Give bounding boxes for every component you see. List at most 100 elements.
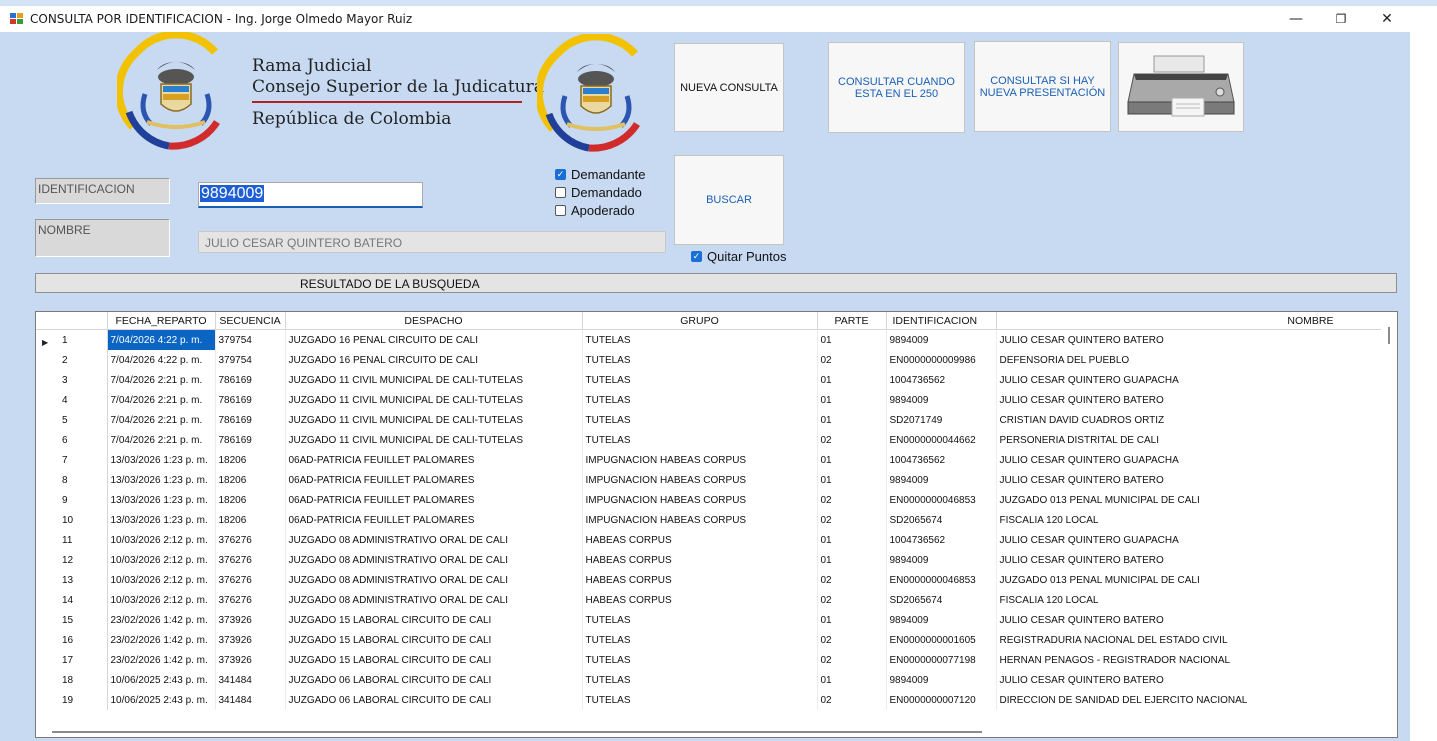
cell-ident[interactable]: 1004736562 <box>886 450 997 470</box>
cell-nombre[interactable]: FISCALIA 120 LOCAL <box>996 510 1383 530</box>
cell-ident[interactable]: 9894009 <box>886 550 997 570</box>
table-row[interactable]: 9 13/03/2026 1:23 p. m. 18206 06AD-PATRICIA… <box>36 490 1383 510</box>
horizontal-scrollbar[interactable] <box>52 731 982 733</box>
cell-fecha[interactable]: 13/03/2026 1:23 p. m. <box>107 450 216 470</box>
cell-fecha[interactable]: 23/02/2026 1:42 p. m. <box>107 630 216 650</box>
cell-grupo[interactable]: TUTELAS <box>582 650 818 670</box>
cell-nombre[interactable]: JUZGADO 013 PENAL MUNICIPAL DE CALI <box>996 490 1383 510</box>
cell-grupo[interactable]: HABEAS CORPUS <box>582 590 818 610</box>
cell-ident[interactable]: SD2065674 <box>886 590 997 610</box>
cell-parte[interactable]: 01 <box>817 610 887 630</box>
cell-parte[interactable]: 01 <box>817 450 887 470</box>
row-number[interactable]: 8 <box>36 470 108 490</box>
cell-parte[interactable]: 01 <box>817 670 887 690</box>
cell-sec[interactable]: 341484 <box>215 670 286 690</box>
table-row[interactable]: 7 13/03/2026 1:23 p. m. 18206 06AD-PATRICIA… <box>36 450 1383 470</box>
column-header-grupo[interactable]: GRUPO <box>582 312 818 330</box>
column-header-despacho[interactable]: DESPACHO <box>285 312 583 330</box>
cell-nombre[interactable]: JULIO CESAR QUINTERO BATERO <box>996 550 1383 570</box>
cell-parte[interactable]: 01 <box>817 390 887 410</box>
column-header-fecha[interactable]: FECHA_REPARTO <box>107 312 216 330</box>
cell-fecha[interactable]: 7/04/2026 2:21 p. m. <box>107 390 216 410</box>
row-number[interactable]: 3 <box>36 370 108 390</box>
table-row[interactable]: 16 23/02/2026 1:42 p. m. 373926 JUZGADO 15 … <box>36 630 1383 650</box>
cell-fecha[interactable]: 23/02/2026 1:42 p. m. <box>107 650 216 670</box>
cell-nombre[interactable]: JULIO CESAR QUINTERO GUAPACHA <box>996 370 1383 390</box>
cell-despacho[interactable]: 06AD-PATRICIA FEUILLET PALOMARES <box>285 490 583 510</box>
cell-despacho[interactable]: JUZGADO 15 LABORAL CIRCUITO DE CALI <box>285 630 583 650</box>
cell-nombre[interactable]: JULIO CESAR QUINTERO BATERO <box>996 390 1383 410</box>
cell-nombre[interactable]: FISCALIA 120 LOCAL <box>996 590 1383 610</box>
cell-fecha[interactable]: 7/04/2026 2:21 p. m. <box>107 430 216 450</box>
cell-despacho[interactable]: JUZGADO 11 CIVIL MUNICIPAL DE CALI-TUTEL… <box>285 370 583 390</box>
cell-nombre[interactable]: JULIO CESAR QUINTERO BATERO <box>996 329 1383 350</box>
cell-nombre[interactable]: DEFENSORIA DEL PUEBLO <box>996 350 1383 370</box>
cell-ident[interactable]: 1004736562 <box>886 370 997 390</box>
row-number[interactable]: 7 <box>36 450 108 470</box>
cell-fecha[interactable]: 13/03/2026 1:23 p. m. <box>107 490 216 510</box>
cell-sec[interactable]: 18206 <box>215 510 286 530</box>
cell-nombre[interactable]: CRISTIAN DAVID CUADROS ORTIZ <box>996 410 1383 430</box>
cell-despacho[interactable]: JUZGADO 15 LABORAL CIRCUITO DE CALI <box>285 610 583 630</box>
cell-fecha[interactable]: 7/04/2026 2:21 p. m. <box>107 370 216 390</box>
cell-parte[interactable]: 01 <box>817 530 887 550</box>
restore-button[interactable]: ❐ <box>1318 6 1364 32</box>
cell-despacho[interactable]: JUZGADO 16 PENAL CIRCUITO DE CALI <box>285 329 583 350</box>
cell-despacho[interactable]: JUZGADO 08 ADMINISTRATIVO ORAL DE CALI <box>285 570 583 590</box>
table-row[interactable]: 14 10/03/2026 2:12 p. m. 376276 JUZGADO 08 … <box>36 590 1383 610</box>
cell-nombre[interactable]: JULIO CESAR QUINTERO GUAPACHA <box>996 530 1383 550</box>
cell-nombre[interactable]: JULIO CESAR QUINTERO BATERO <box>996 670 1383 690</box>
cell-parte[interactable]: 02 <box>817 630 887 650</box>
cell-ident[interactable]: EN0000000007120 <box>886 690 997 710</box>
print-button[interactable] <box>1118 42 1244 132</box>
cell-sec[interactable]: 379754 <box>215 329 286 350</box>
column-header-secuencia[interactable]: SECUENCIA <box>215 312 286 330</box>
cell-sec[interactable]: 376276 <box>215 590 286 610</box>
cell-despacho[interactable]: 06AD-PATRICIA FEUILLET PALOMARES <box>285 450 583 470</box>
row-number[interactable]: 4 <box>36 390 108 410</box>
row-number[interactable]: 6 <box>36 430 108 450</box>
cell-ident[interactable]: 9894009 <box>886 329 997 350</box>
table-row[interactable]: 13 10/03/2026 2:12 p. m. 376276 JUZGADO 08 … <box>36 570 1383 590</box>
cell-despacho[interactable]: JUZGADO 06 LABORAL CIRCUITO DE CALI <box>285 690 583 710</box>
row-number[interactable]: 17 <box>36 650 108 670</box>
column-header-identificacion[interactable]: IDENTIFICACION <box>886 312 997 330</box>
cell-fecha[interactable]: 7/04/2026 4:22 p. m. <box>107 329 216 350</box>
cell-fecha[interactable]: 10/03/2026 2:12 p. m. <box>107 530 216 550</box>
table-row[interactable]: 15 23/02/2026 1:42 p. m. 373926 JUZGADO 15 … <box>36 610 1383 630</box>
cell-sec[interactable]: 786169 <box>215 390 286 410</box>
cell-fecha[interactable]: 10/06/2025 2:43 p. m. <box>107 670 216 690</box>
cell-sec[interactable]: 786169 <box>215 370 286 390</box>
cell-despacho[interactable]: 06AD-PATRICIA FEUILLET PALOMARES <box>285 510 583 530</box>
consultar-250-button[interactable]: CONSULTAR CUANDO ESTA EN EL 250 <box>828 42 965 133</box>
cell-ident[interactable]: 9894009 <box>886 610 997 630</box>
table-row[interactable]: 10 13/03/2026 1:23 p. m. 18206 06AD-PATRICI… <box>36 510 1383 530</box>
row-number[interactable]: 12 <box>36 550 108 570</box>
row-number[interactable]: 14 <box>36 590 108 610</box>
cell-grupo[interactable]: TUTELAS <box>582 610 818 630</box>
row-number[interactable]: 13 <box>36 570 108 590</box>
row-number[interactable]: 16 <box>36 630 108 650</box>
cell-grupo[interactable]: TUTELAS <box>582 390 818 410</box>
cell-grupo[interactable]: IMPUGNACION HABEAS CORPUS <box>582 490 818 510</box>
cell-ident[interactable]: EN0000000001605 <box>886 630 997 650</box>
cell-sec[interactable]: 373926 <box>215 610 286 630</box>
cell-sec[interactable]: 18206 <box>215 490 286 510</box>
results-grid[interactable]: ▶ FECHA_REPARTO SECUENCIA DESPACHO GRUPO… <box>35 311 1398 738</box>
cell-fecha[interactable]: 10/03/2026 2:12 p. m. <box>107 570 216 590</box>
cell-grupo[interactable]: IMPUGNACION HABEAS CORPUS <box>582 470 818 490</box>
row-number[interactable]: 2 <box>36 350 108 370</box>
table-row[interactable]: 6 7/04/2026 2:21 p. m. 786169 JUZGADO 11 CI… <box>36 430 1383 450</box>
cell-sec[interactable]: 376276 <box>215 570 286 590</box>
cell-despacho[interactable]: JUZGADO 11 CIVIL MUNICIPAL DE CALI-TUTEL… <box>285 410 583 430</box>
cell-despacho[interactable]: 06AD-PATRICIA FEUILLET PALOMARES <box>285 470 583 490</box>
cell-fecha[interactable]: 7/04/2026 2:21 p. m. <box>107 410 216 430</box>
cell-sec[interactable]: 786169 <box>215 410 286 430</box>
cell-ident[interactable]: SD2071749 <box>886 410 997 430</box>
cell-grupo[interactable]: TUTELAS <box>582 690 818 710</box>
identificacion-input[interactable]: 9894009 <box>198 182 423 208</box>
cell-nombre[interactable]: HERNAN PENAGOS - REGISTRADOR NACIONAL <box>996 650 1383 670</box>
cell-sec[interactable]: 379754 <box>215 350 286 370</box>
table-row[interactable]: 2 7/04/2026 4:22 p. m. 379754 JUZGADO 16 PE… <box>36 350 1383 370</box>
cell-grupo[interactable]: HABEAS CORPUS <box>582 530 818 550</box>
